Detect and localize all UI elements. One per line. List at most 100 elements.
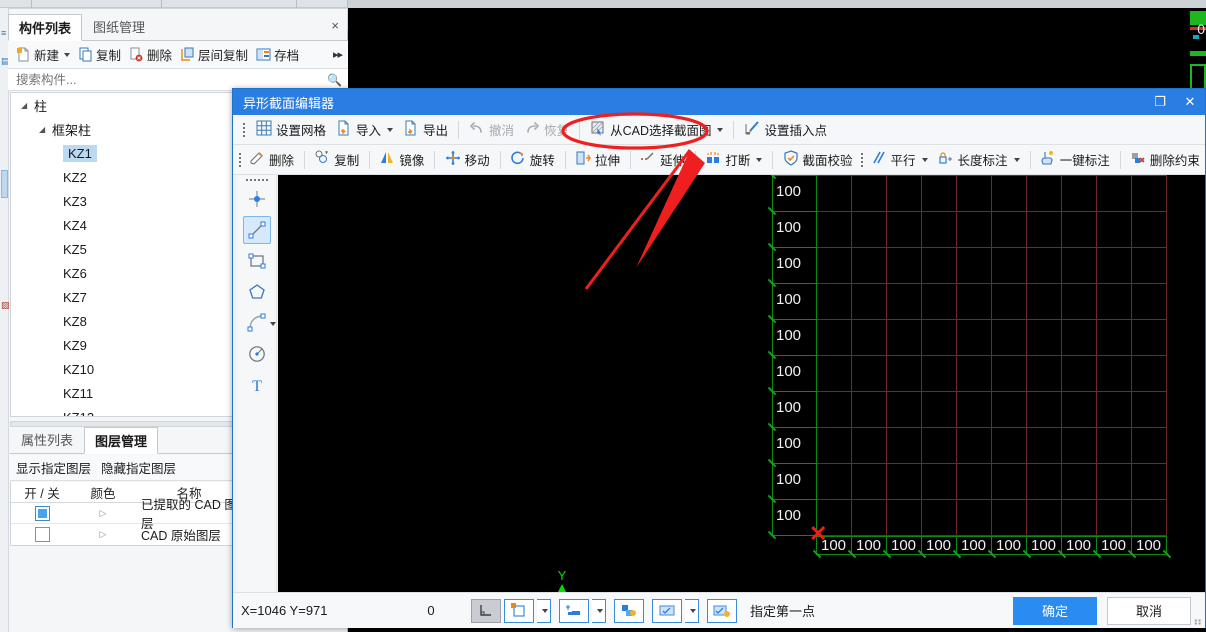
polar-tracking-toggle[interactable] [652, 598, 682, 623]
tree-node-frame-column[interactable]: ◢ 框架柱 [11, 117, 237, 141]
archive-button[interactable]: 存档 [252, 43, 303, 66]
point-tool[interactable] [243, 185, 271, 213]
y-axis-label: 100 [776, 435, 802, 452]
text-tool[interactable]: T [243, 371, 271, 399]
layer-copy-button-label: 层间复制 [198, 49, 249, 63]
layer-color-swatch[interactable]: ▷ [73, 529, 133, 540]
stretch-button[interactable]: 拉伸 [570, 147, 625, 172]
close-icon[interactable]: ✕ [1175, 89, 1205, 115]
table-row[interactable]: ▷ CAD 原始图层 [11, 524, 237, 545]
show-layer-button[interactable]: 显示指定图层 [16, 458, 91, 477]
tree-item-kz4[interactable]: KZ4 [11, 213, 237, 237]
copy-button[interactable]: 复制 [74, 43, 125, 66]
select-from-cad-button[interactable]: 从CAD选择截面图 [585, 117, 728, 142]
parallel-button[interactable]: 平行 [866, 147, 933, 172]
expand-arrow-icon[interactable]: ◢ [39, 125, 49, 134]
search-icon[interactable]: 🔍 [327, 73, 342, 87]
circle-tool[interactable] [243, 340, 271, 368]
set-insert-point-button[interactable]: 设置插入点 [739, 117, 832, 142]
delete-button[interactable]: 删除 [125, 43, 176, 66]
polygon-tool[interactable] [243, 278, 271, 306]
hide-layer-button[interactable]: 隐藏指定图层 [101, 458, 176, 477]
tree-item-kz6[interactable]: KZ6 [11, 261, 237, 285]
tree-item-kz7[interactable]: KZ7 [11, 285, 237, 309]
toolbar-grip[interactable] [239, 121, 248, 139]
polar-tracking-dropdown-icon[interactable] [685, 598, 699, 623]
chevron-down-icon[interactable] [64, 52, 71, 57]
expand-arrow-icon[interactable]: ◢ [21, 101, 31, 110]
x-axis-label: 100 [926, 537, 952, 554]
one-click-dim-button[interactable]: 一键标注 [1035, 147, 1115, 172]
tree-item-kz11[interactable]: KZ11 [11, 381, 237, 405]
chevron-down-icon[interactable] [1013, 157, 1020, 162]
checkbox-unchecked-icon[interactable] [34, 527, 50, 542]
layer-toggle-checkbox[interactable] [11, 527, 73, 542]
ortho-toggle[interactable] [471, 598, 501, 623]
tab-component-list[interactable]: 构件列表 [8, 14, 83, 41]
mirror-button[interactable]: 镜像 [374, 147, 429, 172]
tree-item-kz5[interactable]: KZ5 [11, 237, 237, 261]
tree-item-kz8[interactable]: KZ8 [11, 309, 237, 333]
snap-settings-dropdown-icon[interactable] [592, 598, 606, 623]
delete-constraint-button[interactable]: 删除约束 [1125, 147, 1205, 172]
erase-button[interactable]: 删除 [244, 147, 299, 172]
otrack-toggle[interactable] [707, 598, 737, 623]
import-button[interactable]: 导入 [331, 117, 398, 142]
new-button[interactable]: 新建 [12, 43, 74, 66]
tree-item-kz9[interactable]: KZ9 [11, 333, 237, 357]
line-tool[interactable] [242, 216, 271, 244]
toolbar-overflow-icon[interactable]: ▸▸ [333, 48, 343, 61]
toolbar-grip[interactable] [239, 151, 241, 169]
chevron-down-icon[interactable] [756, 157, 763, 162]
object-snap-dropdown-icon[interactable] [537, 598, 551, 623]
import-icon [336, 120, 352, 139]
verify-button[interactable]: 截面校验 [778, 147, 858, 172]
layer-color-swatch[interactable]: ▷ [73, 508, 133, 519]
arc-tool[interactable] [243, 309, 276, 337]
tree-item-kz3[interactable]: KZ3 [11, 189, 237, 213]
length-dim-button[interactable]: 长度标注 [933, 147, 1025, 172]
move-button[interactable]: 移动 [440, 147, 495, 172]
chevron-down-icon[interactable] [387, 127, 394, 132]
component-tree[interactable]: ◢ 柱 ◢ 框架柱 KZ1 KZ2 KZ3 KZ4 KZ5 KZ6 KZ7 KZ… [10, 92, 238, 417]
snap-settings-toggle[interactable] [559, 598, 589, 623]
tree-item-kz10[interactable]: KZ10 [11, 357, 237, 381]
redo-button[interactable]: 恢复 [519, 117, 574, 142]
set-grid-button[interactable]: 设置网格 [251, 117, 331, 142]
tree-item-kz1[interactable]: KZ1 [11, 141, 237, 165]
cancel-button[interactable]: 取消 [1107, 596, 1191, 625]
tree-item-kz12[interactable]: KZ12 [11, 405, 237, 417]
maximize-icon[interactable]: ❐ [1145, 89, 1175, 115]
undo-button[interactable]: 撤消 [464, 117, 519, 142]
chevron-down-icon[interactable] [717, 127, 724, 132]
ok-button[interactable]: 确定 [1013, 596, 1097, 625]
chevron-down-icon[interactable] [921, 157, 928, 162]
dialog-title-bar[interactable]: 异形截面编辑器 ❐ ✕ [233, 89, 1205, 115]
y-axis-label: 100 [776, 471, 802, 488]
extend-button[interactable]: 延伸 [635, 147, 690, 172]
section-drawing-canvas[interactable]: 100 100 100 100 100 100 100 100 100 100 … [278, 175, 1205, 592]
dialog-resize-grip[interactable]: ▪▪ ▪▪ [1194, 617, 1202, 628]
rectangle-tool[interactable] [243, 247, 271, 275]
dlg-copy-button[interactable]: 复制 [309, 147, 364, 172]
layer-copy-button[interactable]: 层间复制 [176, 43, 252, 66]
rotate-button[interactable]: 旋转 [505, 147, 560, 172]
tree-item-kz2[interactable]: KZ2 [11, 165, 237, 189]
layer-toggle-checkbox[interactable] [11, 505, 73, 521]
export-button[interactable]: 导出 [398, 117, 453, 142]
dynamic-input-toggle[interactable] [614, 598, 644, 623]
search-input[interactable] [14, 71, 328, 88]
tab-layer-manage[interactable]: 图层管理 [84, 427, 159, 454]
break-button[interactable]: 打断 [700, 147, 767, 172]
tree-scrollbar[interactable] [11, 93, 17, 416]
tree-node-column[interactable]: ◢ 柱 [11, 93, 237, 117]
tab-drawing-manage[interactable]: 图纸管理 [82, 13, 156, 40]
palette-grip[interactable] [237, 179, 276, 181]
toolbar-grip[interactable] [860, 151, 863, 169]
tab-property-list[interactable]: 属性列表 [10, 426, 84, 453]
object-snap-toggle[interactable] [504, 598, 534, 623]
table-row[interactable]: ▷ 已提取的 CAD 图层 [11, 498, 237, 531]
checkbox-checked-icon[interactable] [34, 505, 50, 521]
component-toolbar: 新建 复制 删除 层间复制 存档 ▸▸ [8, 41, 348, 69]
chevron-down-icon[interactable] [269, 322, 276, 326]
